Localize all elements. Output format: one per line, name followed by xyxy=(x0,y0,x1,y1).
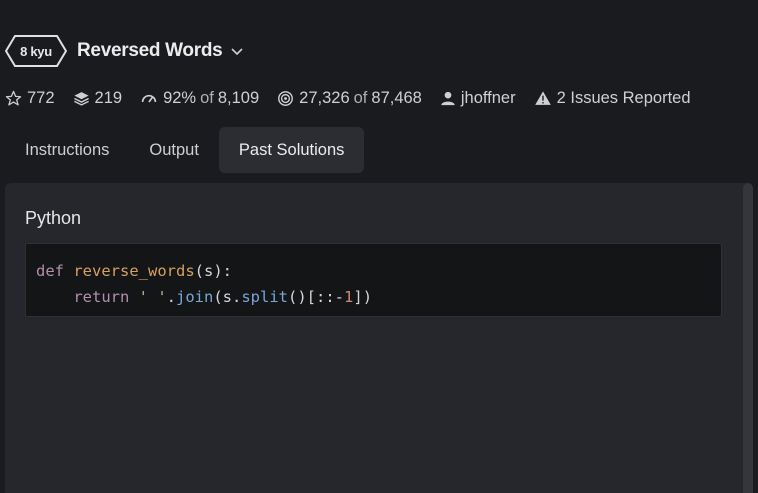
code-mid: (s. xyxy=(213,288,242,306)
tab-output[interactable]: Output xyxy=(129,127,219,173)
satisfaction-stat: 92% of 8,109 xyxy=(140,89,259,108)
satisfaction-of: of xyxy=(200,88,214,107)
rank-badge: 8 kyu xyxy=(5,35,67,67)
stars-count: 772 xyxy=(27,88,55,107)
chevron-down-icon[interactable] xyxy=(230,46,244,56)
code-slice: ()[::- xyxy=(288,288,345,306)
kata-tabs: Instructions Output Past Solutions xyxy=(5,127,365,173)
code-params: (s): xyxy=(194,262,232,280)
rank-label: 8 kyu xyxy=(20,43,52,59)
solution-language: Python xyxy=(25,208,82,228)
author-name: jhoffner xyxy=(460,88,516,107)
solution-code: def reverse_words(s): return ' '.join(s.… xyxy=(25,243,722,317)
completions-stat: 27,326 of 87,468 xyxy=(277,89,422,108)
author-stat[interactable]: jhoffner xyxy=(440,89,516,108)
user-icon xyxy=(440,90,456,107)
star-icon xyxy=(5,90,22,107)
past-solutions-panel: Python def reverse_words(s): return ' '.… xyxy=(5,183,753,493)
kata-page: 8 kyu Reversed Words 772 219 92% of 8,10… xyxy=(0,0,758,493)
code-string: ' ' xyxy=(138,288,167,306)
code-method-join: join xyxy=(176,288,214,306)
tab-past-solutions[interactable]: Past Solutions xyxy=(218,127,365,173)
completed-count: 27,326 xyxy=(299,88,350,107)
panel-scrollbar[interactable] xyxy=(743,183,753,493)
kata-stats: 772 219 92% of 8,109 27,326 of 87,468 jh… xyxy=(5,86,691,110)
code-keyword-def: def xyxy=(36,262,64,280)
completed-of: of xyxy=(353,88,368,107)
satisfaction-votes: 8,109 xyxy=(217,88,260,107)
tab-instructions[interactable]: Instructions xyxy=(5,127,129,173)
warning-icon xyxy=(534,90,552,107)
target-icon xyxy=(277,90,294,107)
code-keyword-return: return xyxy=(73,288,130,306)
issues-label: 2 Issues Reported xyxy=(556,88,691,107)
layers-icon xyxy=(73,90,90,107)
satisfaction-rate: 92% xyxy=(163,88,197,107)
collections-count: 219 xyxy=(94,88,123,107)
code-dot: . xyxy=(166,288,177,306)
code-method-split: split xyxy=(241,288,289,306)
attempted-count: 87,468 xyxy=(371,88,422,107)
stars-stat[interactable]: 772 xyxy=(5,89,55,108)
code-function-name: reverse_words xyxy=(73,262,195,280)
kata-title[interactable]: Reversed Words xyxy=(77,40,223,62)
code-number: 1 xyxy=(344,288,354,306)
issues-stat[interactable]: 2 Issues Reported xyxy=(534,89,691,108)
collections-stat[interactable]: 219 xyxy=(73,88,123,108)
code-close: ]) xyxy=(353,288,373,306)
gauge-icon xyxy=(140,90,158,107)
kata-header: 8 kyu Reversed Words xyxy=(5,34,244,68)
